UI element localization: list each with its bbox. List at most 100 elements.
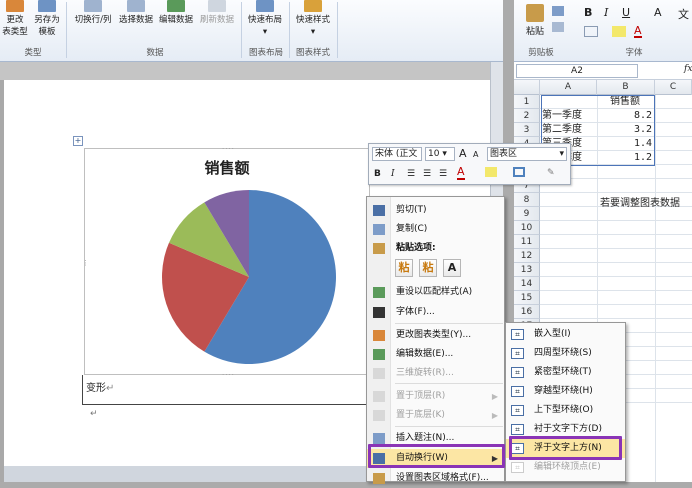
row-header[interactable]: 1: [514, 95, 540, 109]
save-template-label1: 另存为: [34, 15, 60, 25]
underline-button[interactable]: U: [622, 6, 630, 19]
edit-data-button[interactable]: 编辑数据: [156, 0, 196, 44]
fill-color-icon[interactable]: [612, 26, 626, 37]
phonetic-button[interactable]: 文: [678, 6, 689, 22]
chart-object[interactable]: ···· ···· ⋮ 销售额: [82, 145, 370, 379]
cell-b[interactable]: [598, 263, 654, 277]
row-header[interactable]: 12: [514, 249, 540, 263]
align-center-icon[interactable]: ☰: [407, 168, 415, 182]
wrap-option-item[interactable]: ⌗ 嵌入型(I): [506, 325, 625, 344]
move-handle-icon[interactable]: +: [73, 136, 83, 146]
context-menu-item[interactable]: 字体(F)...: [367, 303, 504, 322]
grow-font-button[interactable]: A: [654, 6, 662, 19]
italic-button[interactable]: I: [391, 168, 395, 182]
row-header[interactable]: 9: [514, 207, 540, 221]
context-menu-item[interactable]: 剪切(T): [367, 201, 504, 220]
context-menu-item[interactable]: 粘贴选项:: [367, 239, 504, 258]
quick-layout-button[interactable]: 快速布局 ▾: [244, 0, 286, 44]
context-menu-item[interactable]: 设置图表区域格式(F)...: [367, 469, 504, 488]
grow-font-button[interactable]: A: [459, 147, 467, 161]
refresh-data-button[interactable]: 刷新数据: [196, 0, 238, 44]
italic-button[interactable]: I: [604, 6, 608, 19]
select-all-corner[interactable]: [514, 80, 540, 95]
bold-button[interactable]: B: [584, 6, 592, 19]
chart-title[interactable]: 销售额: [85, 157, 369, 178]
pie-chart[interactable]: [159, 187, 339, 367]
save-template-button[interactable]: 另存为 模板: [30, 0, 64, 44]
font-name-select[interactable]: 宋体 (正文: [372, 147, 422, 161]
column-header-b[interactable]: B: [597, 80, 655, 95]
shape-fill-icon[interactable]: [485, 167, 497, 177]
borders-icon[interactable]: [584, 26, 598, 37]
bold-button[interactable]: B: [374, 168, 381, 182]
cell-a[interactable]: [542, 235, 596, 249]
paste-option-button[interactable]: 粘: [419, 259, 437, 277]
context-menu-item[interactable]: 置于底层(K) ▶: [367, 406, 504, 425]
cell-b[interactable]: [598, 221, 654, 235]
context-menu-item[interactable]: 三维旋转(R)...: [367, 364, 504, 383]
resize-handle-top[interactable]: ····: [222, 145, 235, 153]
wrap-option-item[interactable]: ⌗ 紧密型环绕(T): [506, 363, 625, 382]
cell-a[interactable]: [542, 193, 596, 207]
paste-option-button[interactable]: A: [443, 259, 461, 277]
resize-handle-left[interactable]: ⋮: [82, 259, 90, 267]
align-right-icon[interactable]: ☰: [423, 168, 431, 182]
row-header[interactable]: 14: [514, 277, 540, 291]
excel-ribbon: 粘贴 B I U A 文 A 剪贴板 字体: [514, 0, 692, 62]
chart-element-select[interactable]: 图表区 ▾: [487, 147, 567, 161]
cell-b[interactable]: [598, 207, 654, 221]
font-color-icon[interactable]: A: [457, 166, 465, 180]
context-menu-item[interactable]: 复制(C): [367, 220, 504, 239]
row-header[interactable]: 10: [514, 221, 540, 235]
cell-a[interactable]: [542, 291, 596, 305]
row-header[interactable]: 3: [514, 123, 540, 137]
column-header-c[interactable]: C: [655, 80, 692, 95]
format-painter-icon[interactable]: ✎: [547, 167, 555, 181]
paste-option-button[interactable]: 粘: [395, 259, 413, 277]
cell-a[interactable]: [542, 305, 596, 319]
wrap-option-item[interactable]: ⌗ 上下型环绕(O): [506, 401, 625, 420]
row-header[interactable]: 11: [514, 235, 540, 249]
cell-a[interactable]: [542, 207, 596, 221]
fx-button[interactable]: fx: [684, 64, 692, 74]
cell-a[interactable]: [542, 277, 596, 291]
context-menu-item[interactable]: 置于顶层(R) ▶: [367, 387, 504, 406]
context-menu-item[interactable]: 更改图表类型(Y)...: [367, 326, 504, 345]
cell-b[interactable]: [598, 277, 654, 291]
switch-row-col-button[interactable]: 切换行/列: [70, 0, 116, 44]
row-header[interactable]: 2: [514, 109, 540, 123]
row-header[interactable]: 13: [514, 263, 540, 277]
row-header[interactable]: 16: [514, 305, 540, 319]
cell-a[interactable]: [542, 263, 596, 277]
cell-b[interactable]: [598, 165, 654, 179]
cell-b[interactable]: [598, 235, 654, 249]
shrink-font-button[interactable]: A: [473, 148, 478, 162]
select-data-button[interactable]: 选择数据: [116, 0, 156, 44]
change-chart-type-button[interactable]: 更改 表类型: [0, 0, 30, 44]
shape-outline-icon[interactable]: [513, 167, 525, 177]
column-header-a[interactable]: A: [540, 80, 597, 95]
wrap-option-item[interactable]: ⌗ 编辑环绕顶点(E): [506, 458, 625, 477]
name-box[interactable]: A2: [516, 64, 638, 78]
justify-icon[interactable]: ☰: [439, 168, 447, 182]
row-header[interactable]: 8: [514, 193, 540, 207]
cell-a[interactable]: [542, 221, 596, 235]
font-size-select[interactable]: 10 ▾: [425, 147, 455, 161]
cut-icon[interactable]: [552, 6, 564, 16]
quick-style-button[interactable]: 快速样式 ▾: [292, 0, 334, 44]
cell-a[interactable]: [542, 249, 596, 263]
cell-b[interactable]: [598, 291, 654, 305]
format-painter-icon[interactable]: [552, 22, 564, 32]
context-menu-item[interactable]: 重设以匹配样式(A): [367, 283, 504, 302]
wrap-option-item[interactable]: ⌗ 四周型环绕(S): [506, 344, 625, 363]
row-header[interactable]: 15: [514, 291, 540, 305]
caption-text[interactable]: 变形↵: [86, 379, 114, 394]
font-color-button[interactable]: A: [634, 25, 642, 38]
wrap-option-item[interactable]: ⌗ 穿越型环绕(H): [506, 382, 625, 401]
paste-button[interactable]: 粘贴: [522, 4, 548, 37]
cell-b[interactable]: [598, 249, 654, 263]
cell-b[interactable]: [598, 179, 654, 193]
context-menu-item[interactable]: 编辑数据(E)...: [367, 345, 504, 364]
group-label-chart-layout: 图表布局: [248, 48, 283, 58]
cell-b[interactable]: [598, 305, 654, 319]
